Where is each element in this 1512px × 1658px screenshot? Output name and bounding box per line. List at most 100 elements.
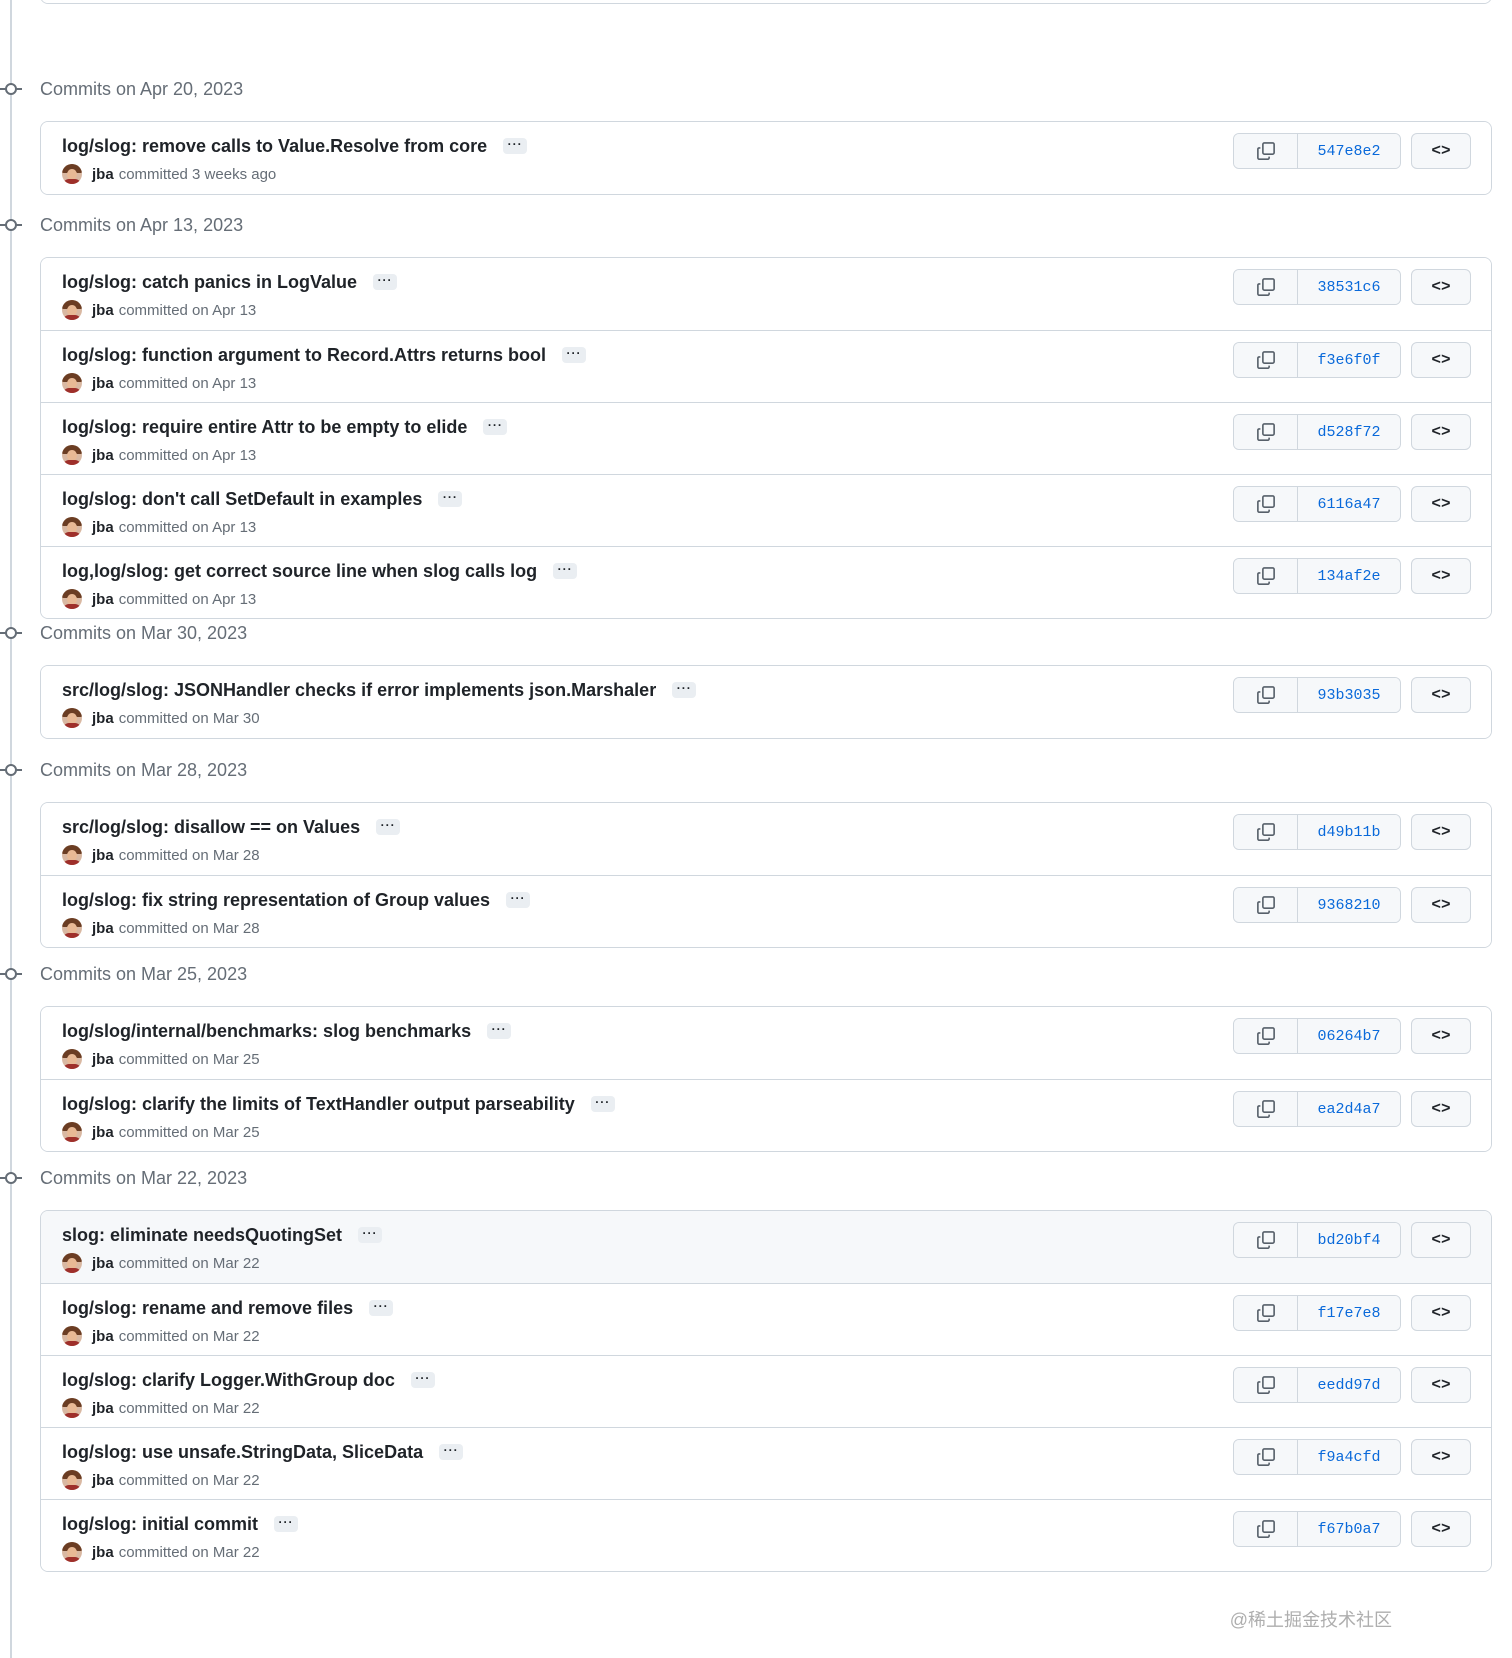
commit-sha-link[interactable]: 547e8e2 [1298, 134, 1400, 168]
author-link[interactable]: jba [92, 166, 114, 183]
avatar[interactable] [62, 517, 82, 537]
commit-title-link[interactable]: log,log/slog: get correct source line wh… [62, 561, 537, 582]
avatar[interactable] [62, 845, 82, 865]
browse-repo-button[interactable]: <> [1411, 342, 1471, 378]
copy-sha-button[interactable] [1234, 1296, 1298, 1330]
author-link[interactable]: jba [92, 1255, 114, 1272]
commit-title-link[interactable]: log/slog: rename and remove files [62, 1298, 353, 1319]
copy-sha-button[interactable] [1234, 270, 1298, 304]
expand-message-button[interactable]: ··· [373, 274, 398, 290]
expand-message-button[interactable]: ··· [672, 682, 697, 698]
expand-message-button[interactable]: ··· [439, 1444, 464, 1460]
browse-repo-button[interactable]: <> [1411, 414, 1471, 450]
commit-sha-link[interactable]: f17e7e8 [1298, 1296, 1400, 1330]
browse-repo-button[interactable]: <> [1411, 887, 1471, 923]
browse-repo-button[interactable]: <> [1411, 1439, 1471, 1475]
commit-title-link[interactable]: log/slog: don't call SetDefault in examp… [62, 489, 422, 510]
avatar[interactable] [62, 1122, 82, 1142]
commit-sha-link[interactable]: bd20bf4 [1298, 1223, 1400, 1257]
expand-message-button[interactable]: ··· [506, 892, 531, 908]
expand-message-button[interactable]: ··· [590, 1096, 615, 1112]
expand-message-button[interactable]: ··· [410, 1372, 435, 1388]
commit-sha-link[interactable]: 134af2e [1298, 559, 1400, 593]
avatar[interactable] [62, 300, 82, 320]
commit-title-link[interactable]: log/slog: clarify the limits of TextHand… [62, 1094, 575, 1115]
avatar[interactable] [62, 1326, 82, 1346]
browse-repo-button[interactable]: <> [1411, 133, 1471, 169]
commit-title-link[interactable]: slog: eliminate needsQuotingSet [62, 1225, 342, 1246]
browse-repo-button[interactable]: <> [1411, 269, 1471, 305]
browse-repo-button[interactable]: <> [1411, 1018, 1471, 1054]
browse-repo-button[interactable]: <> [1411, 1295, 1471, 1331]
avatar[interactable] [62, 164, 82, 184]
expand-message-button[interactable]: ··· [376, 819, 401, 835]
author-link[interactable]: jba [92, 375, 114, 392]
commit-sha-link[interactable]: f9a4cfd [1298, 1440, 1400, 1474]
author-link[interactable]: jba [92, 1051, 114, 1068]
avatar[interactable] [62, 708, 82, 728]
author-link[interactable]: jba [92, 847, 114, 864]
copy-sha-button[interactable] [1234, 1440, 1298, 1474]
author-link[interactable]: jba [92, 302, 114, 319]
browse-repo-button[interactable]: <> [1411, 558, 1471, 594]
avatar[interactable] [62, 1398, 82, 1418]
copy-sha-button[interactable] [1234, 1092, 1298, 1126]
author-link[interactable]: jba [92, 1472, 114, 1489]
commit-sha-link[interactable]: 06264b7 [1298, 1019, 1400, 1053]
copy-sha-button[interactable] [1234, 888, 1298, 922]
author-link[interactable]: jba [92, 1124, 114, 1141]
copy-sha-button[interactable] [1234, 1368, 1298, 1402]
avatar[interactable] [62, 1470, 82, 1490]
commit-sha-link[interactable]: 93b3035 [1298, 678, 1400, 712]
copy-sha-button[interactable] [1234, 415, 1298, 449]
expand-message-button[interactable]: ··· [438, 491, 463, 507]
author-link[interactable]: jba [92, 1544, 114, 1561]
commit-sha-link[interactable]: ea2d4a7 [1298, 1092, 1400, 1126]
commit-sha-link[interactable]: d528f72 [1298, 415, 1400, 449]
expand-message-button[interactable]: ··· [487, 1023, 512, 1039]
avatar[interactable] [62, 589, 82, 609]
commit-title-link[interactable]: log/slog: fix string representation of G… [62, 890, 490, 911]
expand-message-button[interactable]: ··· [483, 419, 508, 435]
author-link[interactable]: jba [92, 1400, 114, 1417]
expand-message-button[interactable]: ··· [274, 1516, 299, 1532]
commit-title-link[interactable]: log/slog: require entire Attr to be empt… [62, 417, 467, 438]
copy-sha-button[interactable] [1234, 487, 1298, 521]
author-link[interactable]: jba [92, 920, 114, 937]
expand-message-button[interactable]: ··· [369, 1300, 394, 1316]
browse-repo-button[interactable]: <> [1411, 1222, 1471, 1258]
copy-sha-button[interactable] [1234, 678, 1298, 712]
avatar[interactable] [62, 1542, 82, 1562]
browse-repo-button[interactable]: <> [1411, 677, 1471, 713]
commit-title-link[interactable]: log/slog/internal/benchmarks: slog bench… [62, 1021, 471, 1042]
commit-sha-link[interactable]: 38531c6 [1298, 270, 1400, 304]
commit-title-link[interactable]: src/log/slog: disallow == on Values [62, 817, 360, 838]
commit-sha-link[interactable]: d49b11b [1298, 815, 1400, 849]
commit-sha-link[interactable]: 6116a47 [1298, 487, 1400, 521]
commit-title-link[interactable]: log/slog: use unsafe.StringData, SliceDa… [62, 1442, 423, 1463]
author-link[interactable]: jba [92, 519, 114, 536]
avatar[interactable] [62, 373, 82, 393]
avatar[interactable] [62, 445, 82, 465]
commit-sha-link[interactable]: eedd97d [1298, 1368, 1400, 1402]
author-link[interactable]: jba [92, 591, 114, 608]
author-link[interactable]: jba [92, 1328, 114, 1345]
copy-sha-button[interactable] [1234, 134, 1298, 168]
copy-sha-button[interactable] [1234, 1223, 1298, 1257]
copy-sha-button[interactable] [1234, 559, 1298, 593]
expand-message-button[interactable]: ··· [358, 1227, 383, 1243]
commit-title-link[interactable]: log/slog: initial commit [62, 1514, 258, 1535]
browse-repo-button[interactable]: <> [1411, 1367, 1471, 1403]
expand-message-button[interactable]: ··· [503, 138, 528, 154]
browse-repo-button[interactable]: <> [1411, 814, 1471, 850]
commit-sha-link[interactable]: f3e6f0f [1298, 343, 1400, 377]
commit-title-link[interactable]: log/slog: remove calls to Value.Resolve … [62, 136, 487, 157]
copy-sha-button[interactable] [1234, 1019, 1298, 1053]
copy-sha-button[interactable] [1234, 343, 1298, 377]
commit-title-link[interactable]: log/slog: catch panics in LogValue [62, 272, 357, 293]
commit-title-link[interactable]: log/slog: function argument to Record.At… [62, 345, 546, 366]
author-link[interactable]: jba [92, 447, 114, 464]
expand-message-button[interactable]: ··· [562, 347, 586, 363]
expand-message-button[interactable]: ··· [553, 563, 578, 579]
browse-repo-button[interactable]: <> [1411, 1091, 1471, 1127]
